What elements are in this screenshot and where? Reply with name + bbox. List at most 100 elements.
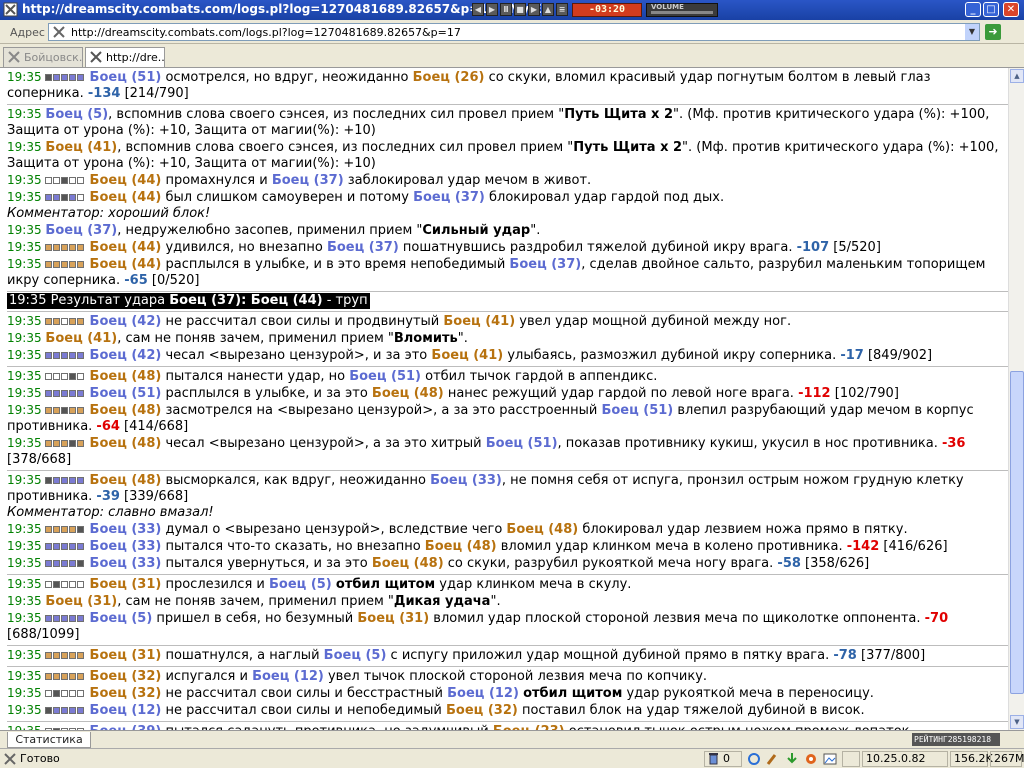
fighter-name[interactable]: Боец (51) (90, 386, 162, 401)
fighter-name[interactable]: Боец (48) (90, 403, 162, 418)
maximize-button[interactable]: □ (983, 2, 999, 17)
fighter-name[interactable]: Боец (12) (447, 686, 519, 701)
fighter-name[interactable]: Боец (37) (272, 173, 344, 188)
fighter-name[interactable]: Боец (32) (446, 703, 518, 718)
tab-statistics[interactable]: Статистика (7, 732, 91, 748)
hit-zone-square-icon (61, 177, 69, 184)
log-text: нанес режущий удар гардой по левой ноге … (443, 386, 799, 401)
fighter-name[interactable]: Боец (12) (252, 669, 324, 684)
media-play-button[interactable]: ▶ (486, 3, 498, 16)
fighter-name[interactable]: Боец (42) (90, 314, 162, 329)
fighter-name[interactable]: Боец (33) (90, 539, 162, 554)
fighter-name[interactable]: Боец (5) (90, 611, 153, 626)
fighter-name[interactable]: Боец (51) (601, 403, 673, 418)
refresh-icon[interactable] (747, 752, 761, 766)
rating-counter[interactable]: РЕЙТИНГ285198218 (912, 733, 1000, 746)
fighter-name[interactable]: Боец (37) (509, 257, 581, 272)
fighter-name[interactable]: Боец (51) (486, 436, 558, 451)
fighter-name[interactable]: Боец (48) (506, 522, 578, 537)
fighter-name[interactable]: Боец (33) (90, 556, 162, 571)
fighter-name[interactable]: Боец (48) (90, 473, 162, 488)
volume-slider[interactable] (651, 11, 713, 14)
gear-icon[interactable] (804, 752, 818, 766)
fighter-name[interactable]: Боец (26) (413, 70, 485, 85)
fighter-name[interactable]: Боец (33) (430, 473, 502, 488)
fighter-name[interactable]: Боец (33) (90, 522, 162, 537)
scroll-thumb[interactable] (1010, 371, 1024, 694)
media-next-button[interactable]: ▶ (528, 3, 540, 16)
fighter-name[interactable]: Боец (12) (90, 703, 162, 718)
media-menu-button[interactable]: ≡ (556, 3, 568, 16)
hit-zone-square-icon (69, 261, 77, 268)
scroll-down-arrow-icon[interactable]: ▼ (1010, 715, 1024, 729)
fighter-name[interactable]: Боец (32) (90, 686, 162, 701)
minimize-button[interactable]: _ (965, 2, 981, 17)
hit-zone-square-icon (53, 177, 61, 184)
fighter-name[interactable]: Боец (5) (45, 107, 108, 122)
hit-zone-square-icon (45, 652, 53, 659)
vertical-scrollbar[interactable]: ▲ ▼ (1008, 68, 1024, 730)
fighter-name[interactable]: Боец (37) (45, 223, 117, 238)
hit-zone-square-icon (61, 690, 69, 697)
fighter-name[interactable]: Боец (44) (90, 257, 162, 272)
address-dropdown-chevron-icon[interactable]: ▼ (965, 24, 979, 40)
hit-zone-square-icon (77, 652, 85, 659)
fighter-name[interactable]: Боец (44) (90, 190, 162, 205)
fighter-name[interactable]: Боец (41) (45, 331, 117, 346)
hit-zone-square-icon (61, 543, 69, 550)
hit-zone-square-icon (53, 690, 61, 697)
log-line: 19:35 Боец (44) расплылся в улыбке, и в … (7, 256, 1008, 289)
damage-value: -134 (87, 86, 121, 101)
address-input[interactable]: http://dreamscity.combats.com/logs.pl?lo… (48, 23, 980, 41)
media-pause-button[interactable]: Ⅱ (500, 3, 512, 16)
fighter-name[interactable]: Боец (42) (90, 348, 162, 363)
fighter-name[interactable]: Боец (31) (357, 611, 429, 626)
fighter-name[interactable]: Боец (31) (45, 594, 117, 609)
image-icon[interactable] (823, 752, 837, 766)
popup-blocker[interactable]: 0 (704, 751, 742, 767)
fighter-name[interactable]: Боец (48) (90, 369, 162, 384)
fighter-name[interactable]: Боец (48) (90, 436, 162, 451)
fighter-name[interactable]: Боец (31) (90, 577, 162, 592)
hit-zone-squares (45, 403, 89, 418)
log-text: [414/668] (119, 419, 189, 434)
fighter-name[interactable]: Боец (51) (90, 70, 162, 85)
brush-icon[interactable] (766, 752, 780, 766)
hit-zone-square-icon (45, 615, 53, 622)
fighter-name[interactable]: Боец (48) (372, 386, 444, 401)
media-eject-button[interactable]: ▲ (542, 3, 554, 16)
hit-zone-square-icon (77, 373, 85, 380)
fighter-name[interactable]: Боец (41) (431, 348, 503, 363)
tab-combats[interactable]: Бойцовск... (3, 47, 83, 67)
download-icon[interactable] (785, 752, 799, 766)
log-text: со скуки, разрубил рукояткой меча ногу в… (443, 556, 778, 571)
tab-logs[interactable]: http://dre... (85, 47, 165, 67)
log-text: пошатнулся, а наглый (161, 648, 324, 663)
fighter-name[interactable]: Боец (48) (425, 539, 497, 554)
go-arrow-icon[interactable]: ➜ (985, 24, 1001, 40)
fighter-name[interactable]: Боец (32) (90, 669, 162, 684)
fighter-name[interactable]: Боец (41) (45, 140, 117, 155)
rating-value: 285198218 (947, 735, 992, 744)
hit-zone-square-icon (77, 244, 85, 251)
media-prev-button[interactable]: ◀ (472, 3, 484, 16)
fighter-name[interactable]: Боец (48) (372, 556, 444, 571)
fighter-name[interactable]: Боец (51) (349, 369, 421, 384)
close-button[interactable]: ✕ (1003, 2, 1019, 17)
fighter-name[interactable]: Боец (31) (90, 648, 162, 663)
fighter-name[interactable]: Боец (5) (269, 577, 332, 592)
fighter-name[interactable]: Боец (44) (90, 240, 162, 255)
fighter-name[interactable]: Боец (5) (324, 648, 387, 663)
scroll-up-arrow-icon[interactable]: ▲ (1010, 69, 1024, 83)
fighter-name[interactable]: Боец (41) (443, 314, 515, 329)
fighter-name[interactable]: Боец (44) (90, 173, 162, 188)
media-stop-button[interactable]: ■ (514, 3, 526, 16)
log-text: пытался что-то сказать, но внезапно (161, 539, 425, 554)
hit-zone-square-icon (69, 390, 77, 397)
skill-name: Сильный удар (422, 223, 531, 238)
log-line: 19:35 Боец (48) чесал <вырезано цензурой… (7, 435, 1008, 468)
timestamp: 19:35 (7, 240, 46, 254)
volume-control[interactable]: VOLUME (646, 3, 718, 17)
fighter-name[interactable]: Боец (37) (413, 190, 485, 205)
fighter-name[interactable]: Боец (37) (327, 240, 399, 255)
